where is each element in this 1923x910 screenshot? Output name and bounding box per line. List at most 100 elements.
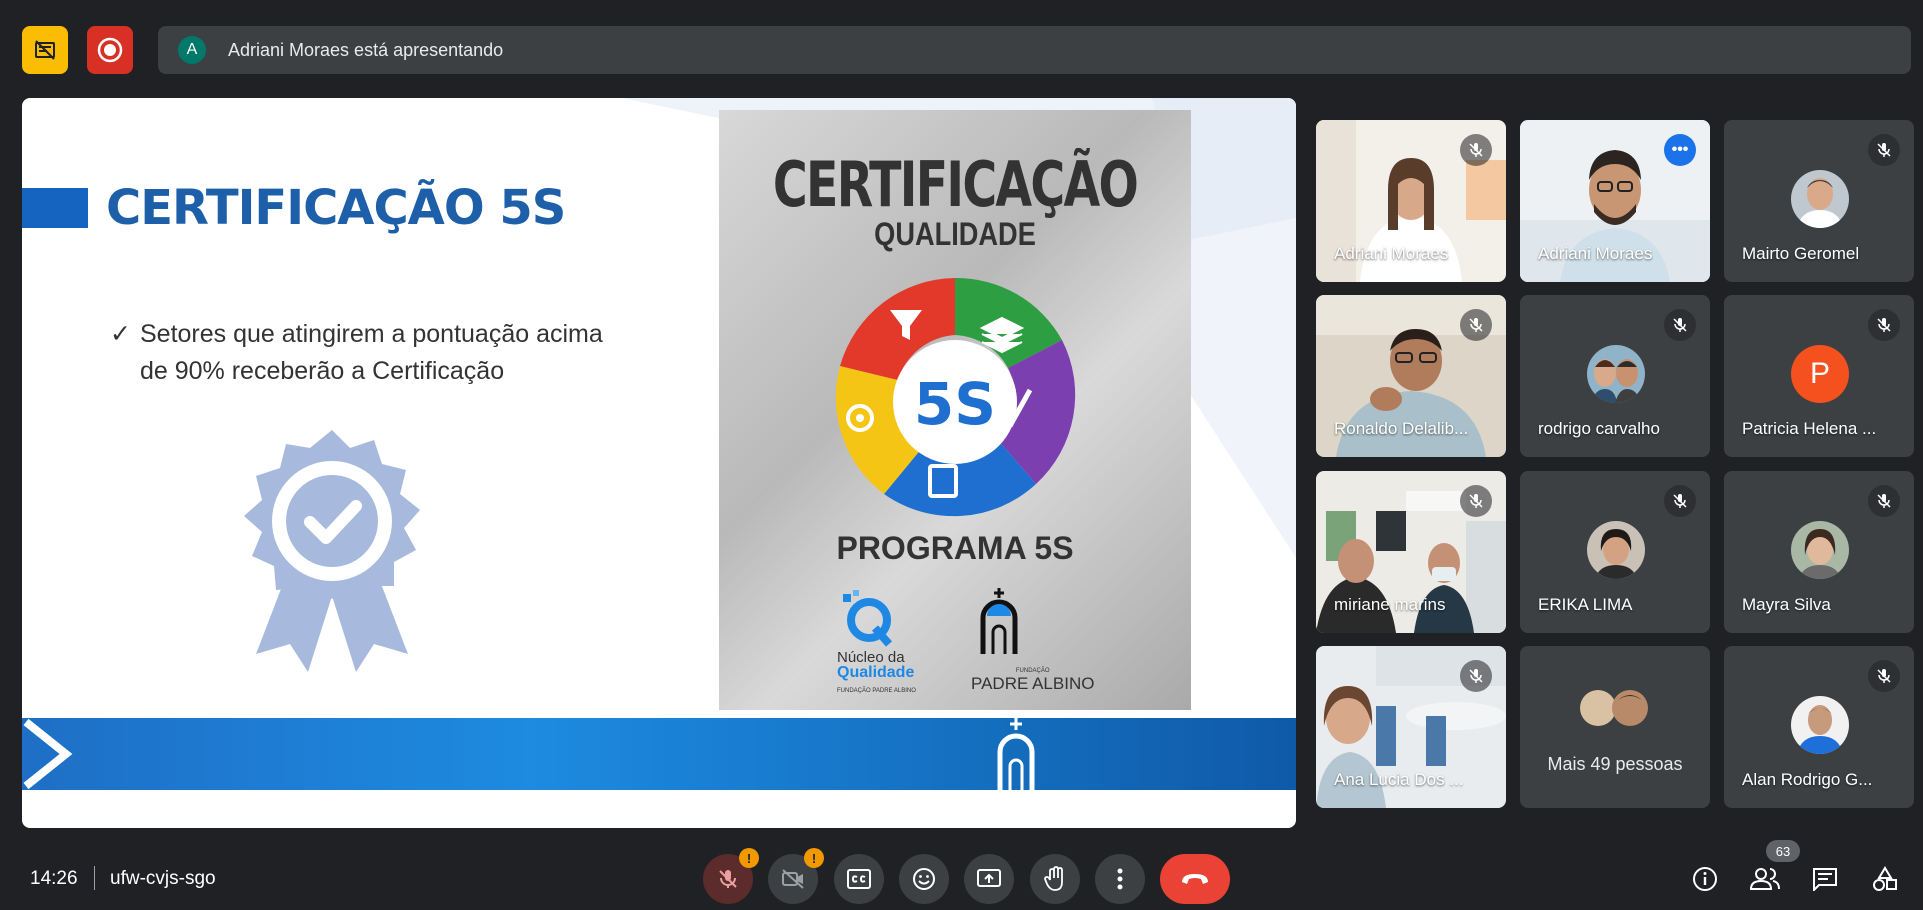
leave-call-button[interactable] [1160, 854, 1230, 904]
certification-badge-icon [234, 426, 430, 681]
divider [94, 866, 95, 890]
slide-title: CERTIFICAÇÃO 5S [106, 180, 566, 236]
present-now-button[interactable] [964, 854, 1014, 904]
bottom-bar [0, 836, 1923, 910]
presentation-stage[interactable]: CERTIFICAÇÃO 5S ✓ Setores que atingirem … [22, 98, 1296, 828]
participant-tile[interactable]: P Patricia Helena ... [1724, 295, 1914, 457]
no-presentation-icon [35, 40, 55, 60]
poster-program-label: PROGRAMA 5S [836, 530, 1074, 566]
meeting-clock: 14:26 [30, 868, 78, 889]
slide-title-accent [22, 188, 88, 228]
avatar [1587, 345, 1645, 403]
participant-name: Ana Lucia Dos ... [1334, 770, 1464, 789]
participant-tile[interactable]: Adriani Moraes [1316, 120, 1506, 282]
reactions-button[interactable] [899, 854, 949, 904]
participant-tile[interactable]: miriane marins [1316, 471, 1506, 633]
chat-button[interactable] [1808, 862, 1842, 896]
more-participants-tile[interactable]: Mais 49 pessoas [1520, 646, 1710, 808]
poster-title: CERTIFICAÇÃO [772, 148, 1139, 221]
participant-tile[interactable]: Ana Lucia Dos ... [1316, 646, 1506, 808]
participant-tile[interactable]: Mairto Geromel [1724, 120, 1914, 282]
participant-name: Alan Rodrigo G... [1742, 770, 1873, 789]
presenter-text: Adriani Moraes está apresentando [228, 39, 504, 60]
mic-off-icon [1868, 485, 1900, 517]
mic-off-icon [1460, 134, 1492, 166]
participant-tile[interactable]: rodrigo carvalho [1520, 295, 1710, 457]
top-bar: A Adriani Moraes está apresentando [0, 0, 1923, 96]
participant-name: Adriani Moraes [1334, 244, 1449, 263]
participant-name: rodrigo carvalho [1538, 419, 1660, 438]
mic-off-icon [1868, 134, 1900, 166]
padre-albino-label: FUNDAÇÃO PADRE ALBINO [971, 668, 1095, 693]
raise-hand-icon [1044, 866, 1063, 891]
mic-off-icon [1460, 660, 1492, 692]
camera-off-icon [782, 869, 804, 889]
warning-icon: ! [804, 848, 824, 868]
slide-bullet-text: Setores que atingirem a pontuação acima … [140, 320, 603, 385]
nucleo-qualidade-logo-icon [843, 590, 893, 647]
mic-off-icon [1868, 309, 1900, 341]
hang-up-icon [1182, 874, 1208, 884]
camera-toggle-button[interactable]: ! [768, 848, 824, 904]
emoji-icon [913, 868, 935, 890]
slide-bullet: ✓ Setores que atingirem a pontuação acim… [110, 316, 632, 390]
padre-albino-footer-icon [997, 718, 1035, 790]
check-icon: ✓ [110, 320, 131, 348]
participant-name: Adriani Moraes [1538, 244, 1653, 263]
avatar [1791, 696, 1849, 754]
mic-off-icon [1868, 660, 1900, 692]
participant-name: Mairto Geromel [1742, 244, 1860, 263]
participant-name: Mayra Silva [1742, 595, 1831, 614]
participant-tile[interactable]: Alan Rodrigo G... [1724, 646, 1914, 808]
chevron-right-icon [23, 718, 73, 790]
nucleo-qualidade-label: Núcleo da Qualidade FUNDAÇÃO PADRE ALBIN… [837, 649, 916, 694]
more-people-label: Mais 49 pessoas [1547, 754, 1683, 774]
people-icon [1750, 868, 1780, 890]
program-5s-poster: CERTIFICAÇÃO QUALIDADE 5S PROGRAMA 5S Nú… [719, 110, 1191, 710]
avatar [1791, 170, 1849, 228]
participant-options-button[interactable]: ••• [1664, 134, 1696, 166]
captions-button[interactable] [834, 854, 884, 904]
people-button[interactable] [1748, 862, 1782, 896]
meeting-details-button[interactable] [1688, 862, 1722, 896]
presenter-banner: A Adriani Moraes está apresentando [158, 26, 1911, 74]
avatar [1587, 521, 1645, 579]
participant-tile-active[interactable]: ••• Adriani Moraes [1520, 120, 1710, 282]
participant-tile[interactable]: Ronaldo Delalib... [1316, 295, 1506, 457]
participant-count-badge: 63 [1766, 840, 1800, 862]
raise-hand-button[interactable] [1030, 854, 1080, 904]
mic-off-icon [719, 870, 737, 888]
captions-icon [847, 869, 871, 889]
participant-tile[interactable]: Mayra Silva [1724, 471, 1914, 633]
chat-icon [1813, 868, 1837, 891]
warning-icon: ! [739, 848, 759, 868]
avatar [1791, 521, 1849, 579]
avatar: P [1791, 345, 1849, 403]
more-people-avatars [1580, 690, 1648, 726]
mic-off-icon [1460, 485, 1492, 517]
participant-name: miriane marins [1334, 595, 1446, 614]
meeting-code: ufw-cvjs-sgo [110, 868, 216, 889]
mic-off-icon [1460, 309, 1492, 341]
presenter-avatar: A [178, 36, 206, 64]
participant-tile[interactable]: ERIKA LIMA [1520, 471, 1710, 633]
presentation-status-button[interactable] [22, 26, 68, 74]
poster-subtitle: QUALIDADE [874, 216, 1036, 252]
mic-off-icon [1664, 309, 1696, 341]
slide-footer-band [22, 718, 1296, 790]
activities-button[interactable] [1868, 862, 1902, 896]
record-icon [97, 37, 123, 63]
more-vert-icon [1117, 868, 1123, 890]
participant-name: Patricia Helena ... [1742, 419, 1877, 438]
participant-name: ERIKA LIMA [1538, 595, 1633, 614]
participant-name: Ronaldo Delalib... [1334, 419, 1469, 438]
info-icon [1693, 867, 1717, 891]
recording-button[interactable] [87, 26, 133, 74]
padre-albino-logo-icon [980, 588, 1018, 654]
present-icon [977, 869, 1001, 887]
activities-icon [1873, 866, 1897, 891]
mic-toggle-button[interactable]: ! [703, 848, 759, 904]
more-options-button[interactable] [1095, 854, 1145, 904]
5s-cycle-graphic: 5S [835, 277, 1076, 517]
mic-off-icon [1664, 485, 1696, 517]
